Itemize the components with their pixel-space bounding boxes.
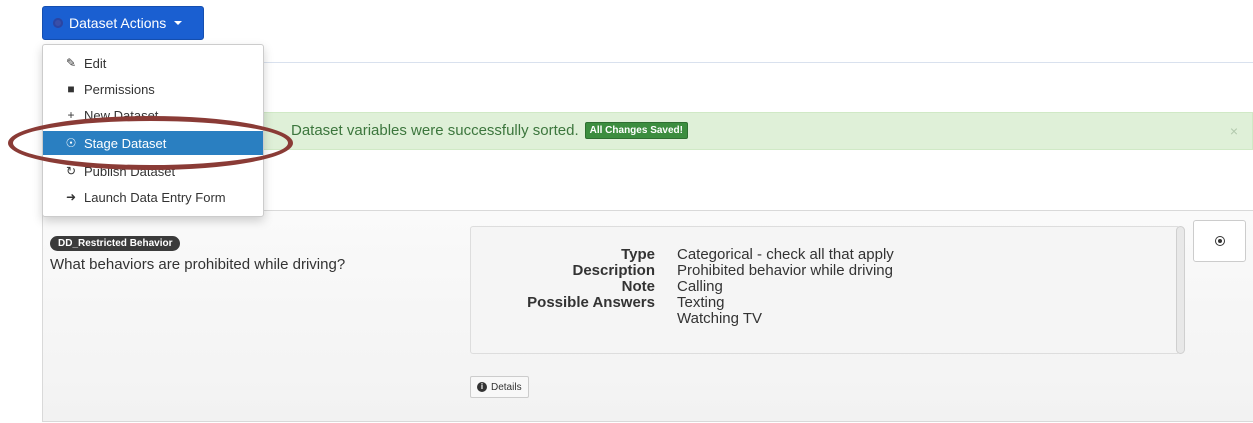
lock-icon: ■	[67, 82, 75, 96]
menu-item-stage-dataset[interactable]: ☉ Stage Dataset	[43, 131, 263, 155]
plus-icon: +	[67, 108, 75, 122]
alert-message: Dataset variables were successfully sort…	[291, 122, 688, 139]
chevron-down-icon	[174, 21, 183, 25]
menu-item-new-dataset[interactable]: + New Dataset	[43, 103, 263, 127]
variable-metadata: Type Categorical - check all that apply …	[505, 247, 957, 327]
dataset-actions-label: Dataset Actions	[69, 15, 167, 31]
dataset-actions-button[interactable]: Dataset Actions	[42, 6, 204, 40]
menu-item-label: Stage Dataset	[84, 135, 167, 151]
menu-item-label: Launch Data Entry Form	[84, 189, 226, 205]
answer-item: Watching TV	[677, 310, 763, 327]
tab-divider	[262, 62, 1253, 63]
gear-icon	[53, 18, 63, 28]
dataset-actions-menu: ✎ Edit ■ Permissions + New Dataset ☉ Sta…	[42, 44, 264, 217]
note-value: Calling	[677, 278, 723, 295]
close-icon[interactable]: ×	[1230, 123, 1238, 139]
metadata-scrollbar[interactable]	[1176, 226, 1185, 354]
menu-item-launch-data-entry-form[interactable]: ➜ Launch Data Entry Form	[43, 185, 263, 209]
arrow-icon: ➜	[65, 190, 77, 204]
menu-item-label: Permissions	[84, 81, 155, 97]
alert-text: Dataset variables were successfully sort…	[291, 122, 579, 139]
note-label: Note	[621, 278, 655, 295]
type-value: Categorical - check all that apply	[677, 246, 894, 263]
possible-answers-label: Possible Answers	[527, 294, 655, 311]
stage-icon: ☉	[65, 136, 77, 150]
details-button[interactable]: i Details	[470, 376, 529, 398]
refresh-icon: ↻	[65, 164, 77, 178]
menu-item-label: New Dataset	[84, 107, 159, 123]
menu-item-label: Edit	[84, 55, 107, 71]
variable-settings-button[interactable]	[1193, 220, 1246, 262]
menu-item-permissions[interactable]: ■ Permissions	[43, 77, 263, 101]
description-label: Description	[572, 262, 655, 279]
menu-item-label: Publish Dataset	[84, 163, 176, 179]
menu-item-edit[interactable]: ✎ Edit	[43, 51, 263, 75]
menu-item-publish-dataset[interactable]: ↻ Publish Dataset	[43, 159, 263, 183]
variable-name-badge: DD_Restricted Behavior	[50, 236, 181, 251]
gear-icon	[1215, 237, 1224, 245]
info-icon: i	[477, 382, 487, 392]
possible-answers-list: Texting Watching TV	[677, 295, 957, 327]
details-label: Details	[491, 381, 522, 393]
variable-question: What behaviors are prohibited while driv…	[50, 256, 346, 273]
edit-icon: ✎	[65, 56, 77, 70]
saved-badge: All Changes Saved!	[584, 122, 688, 139]
type-label: Type	[621, 246, 655, 263]
description-value: Prohibited behavior while driving	[677, 262, 893, 279]
answer-item: Texting	[677, 294, 725, 311]
